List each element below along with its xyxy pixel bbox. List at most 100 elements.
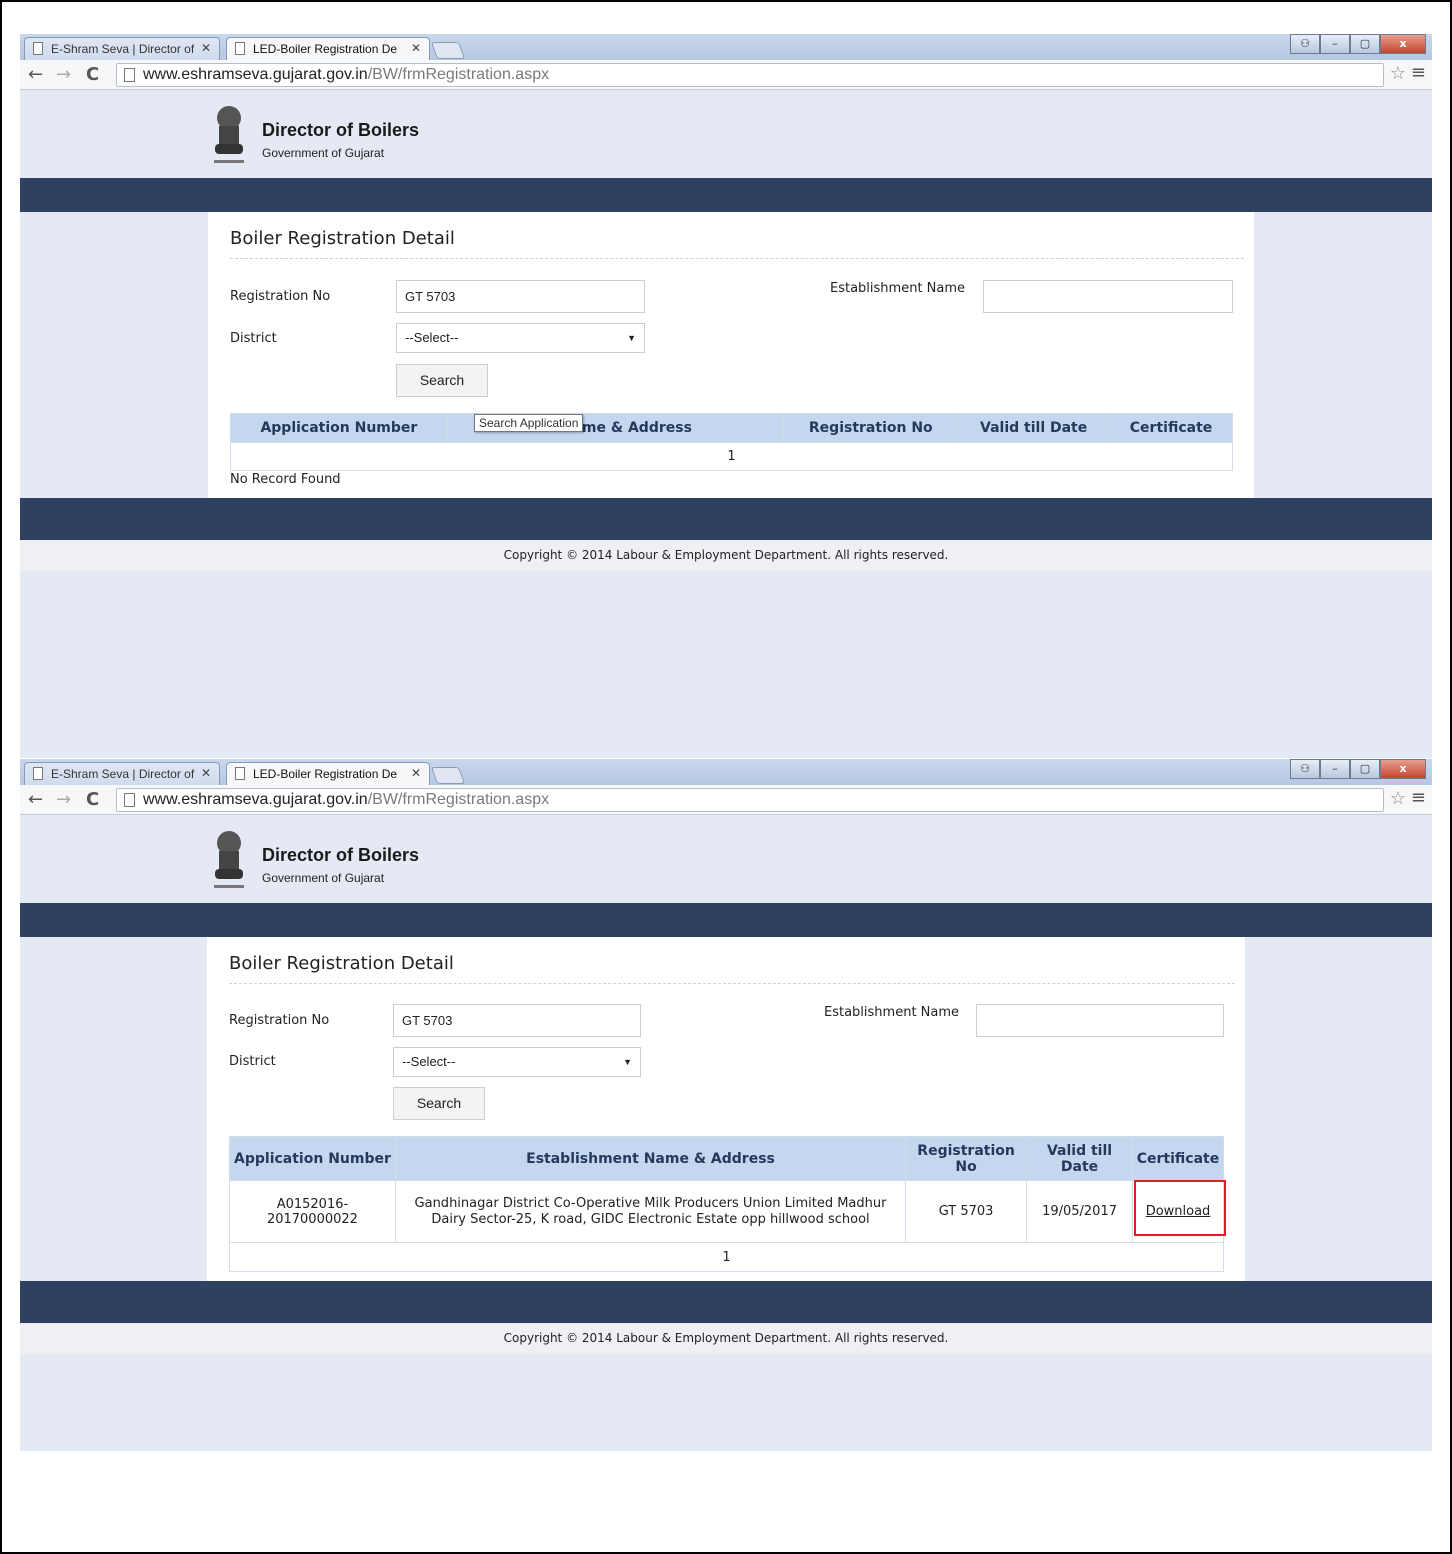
url-input[interactable]: www.eshramseva.gujarat.gov.in/BW/frmRegi… (116, 788, 1384, 812)
address-bar-row: ← → C www.eshramseva.gujarat.gov.in/BW/f… (20, 785, 1432, 815)
close-window-button[interactable]: x (1380, 759, 1426, 779)
page-title: Boiler Registration Detail (230, 228, 455, 249)
highlight-box (1134, 1180, 1226, 1236)
maximize-button[interactable]: ▢ (1350, 759, 1380, 779)
cell-valid-till: 19/05/2017 (1026, 1180, 1133, 1243)
new-tab-button[interactable] (430, 42, 466, 59)
cell-establishment: Gandhinagar District Co-Operative Milk P… (394, 1180, 907, 1243)
title-divider (230, 258, 1244, 259)
copyright-text: Copyright © 2014 Labour & Employment Dep… (20, 540, 1432, 571)
bookmark-star-icon[interactable]: ☆ (1390, 63, 1406, 84)
site-header: Director of Boilers Government of Gujara… (20, 90, 1432, 178)
establishment-name-label: Establishment Name (830, 281, 966, 296)
screenshot-after: E-Shram Seva | Director of ✕ LED-Boiler … (20, 759, 1432, 1451)
reload-icon[interactable]: C (86, 789, 99, 810)
district-select[interactable]: --Select-- ▼ (396, 323, 645, 353)
content-area: Boiler Registration Detail Registration … (20, 212, 1432, 498)
establishment-name-input[interactable] (983, 280, 1233, 313)
ashoka-emblem-icon (214, 831, 244, 888)
maximize-button[interactable]: ▢ (1350, 34, 1380, 54)
close-window-button[interactable]: x (1380, 34, 1426, 54)
tab-label: E-Shram Seva | Director of (51, 42, 195, 56)
web-page: Director of Boilers Government of Gujara… (20, 815, 1432, 1451)
tab-boiler-registration[interactable]: LED-Boiler Registration De ✕ (226, 37, 430, 60)
pager-row: 1 (229, 1242, 1224, 1272)
district-selected-value: --Select-- (402, 1054, 456, 1069)
window-controls: ⚇ – ▢ x (1290, 34, 1426, 54)
pager-page-1[interactable]: 1 (229, 1242, 1224, 1272)
minimize-button[interactable]: – (1320, 34, 1350, 54)
site-header: Director of Boilers Government of Gujara… (20, 815, 1432, 903)
tab-label: LED-Boiler Registration De (253, 42, 398, 56)
minimize-button[interactable]: – (1320, 759, 1350, 779)
registration-no-input[interactable]: GT 5703 (396, 280, 645, 313)
url-input[interactable]: www.eshramseva.gujarat.gov.in/BW/frmRegi… (116, 63, 1384, 87)
col-certificate: Certificate (1132, 1136, 1224, 1181)
url-path: /BW/frmRegistration.aspx (367, 791, 550, 808)
url-host: www.eshramseva.gujarat.gov.in (143, 66, 368, 83)
page-title: Boiler Registration Detail (229, 953, 454, 974)
nav-bar (20, 178, 1432, 212)
cell-registration-no: GT 5703 (905, 1180, 1028, 1243)
footer-bar (20, 1281, 1432, 1323)
back-arrow-icon[interactable]: ← (28, 64, 43, 85)
site-subtitle: Government of Gujarat (262, 146, 385, 160)
no-record-message: No Record Found (230, 472, 341, 487)
district-select[interactable]: --Select-- ▼ (393, 1047, 641, 1077)
col-application-number: Application Number (230, 413, 448, 443)
site-title: Director of Boilers (262, 120, 420, 140)
table-header-row: Application Number Establishment Name & … (229, 1136, 1224, 1181)
tab-boiler-registration[interactable]: LED-Boiler Registration De ✕ (226, 762, 430, 785)
menu-icon[interactable]: ≡ (1411, 787, 1426, 808)
search-panel: Boiler Registration Detail Registration … (207, 937, 1245, 1281)
col-application-number: Application Number (229, 1136, 396, 1181)
tab-eshram[interactable]: E-Shram Seva | Director of ✕ (24, 762, 220, 785)
profile-icon[interactable]: ⚇ (1290, 759, 1320, 779)
registration-no-label: Registration No (229, 1013, 330, 1028)
menu-icon[interactable]: ≡ (1411, 62, 1426, 83)
new-tab-button[interactable] (430, 767, 466, 784)
establishment-name-input[interactable] (976, 1004, 1224, 1037)
forward-arrow-icon[interactable]: → (56, 789, 71, 810)
tab-bar: E-Shram Seva | Director of ✕ LED-Boiler … (20, 34, 1432, 60)
col-establishment: Establishment Name & Address (394, 1136, 907, 1181)
col-registration-no: Registration No (783, 413, 959, 443)
chevron-down-icon: ▼ (623, 1057, 632, 1067)
page-icon (33, 767, 43, 780)
close-tab-icon[interactable]: ✕ (201, 41, 211, 55)
tab-label: E-Shram Seva | Director of (51, 767, 195, 781)
web-page: Director of Boilers Government of Gujara… (20, 90, 1432, 758)
close-tab-icon[interactable]: ✕ (201, 766, 211, 780)
search-button[interactable]: Search (396, 364, 488, 397)
pager-row: 1 (230, 442, 1233, 471)
establishment-name-label: Establishment Name (824, 1005, 960, 1020)
district-selected-value: --Select-- (405, 330, 459, 345)
table-header-row: Application Number nt Name & Address Reg… (230, 413, 1233, 443)
site-title: Director of Boilers (262, 845, 420, 865)
pager-page-1[interactable]: 1 (230, 442, 1233, 471)
close-tab-icon[interactable]: ✕ (411, 41, 421, 55)
back-arrow-icon[interactable]: ← (28, 789, 43, 810)
copyright-text: Copyright © 2014 Labour & Employment Dep… (20, 1323, 1432, 1354)
bookmark-star-icon[interactable]: ☆ (1390, 788, 1406, 809)
screenshot-before: E-Shram Seva | Director of ✕ LED-Boiler … (20, 34, 1432, 758)
forward-arrow-icon[interactable]: → (56, 64, 71, 85)
tab-eshram[interactable]: E-Shram Seva | Director of ✕ (24, 37, 220, 60)
search-tooltip: Search Application (474, 414, 584, 432)
district-label: District (229, 1054, 276, 1069)
registration-no-input[interactable]: GT 5703 (393, 1004, 641, 1037)
page-icon (235, 767, 245, 780)
page-icon (33, 42, 43, 55)
profile-icon[interactable]: ⚇ (1290, 34, 1320, 54)
search-button[interactable]: Search (393, 1087, 485, 1120)
ashoka-emblem-icon (214, 106, 244, 163)
url-host: www.eshramseva.gujarat.gov.in (143, 791, 368, 808)
title-divider (229, 983, 1235, 984)
page-info-icon (124, 68, 135, 82)
reload-icon[interactable]: C (86, 64, 99, 85)
col-certificate: Certificate (1109, 413, 1233, 443)
page-info-icon (124, 793, 135, 807)
close-tab-icon[interactable]: ✕ (411, 766, 421, 780)
col-valid-till: Valid till Date (1026, 1136, 1133, 1181)
site-subtitle: Government of Gujarat (262, 871, 385, 885)
